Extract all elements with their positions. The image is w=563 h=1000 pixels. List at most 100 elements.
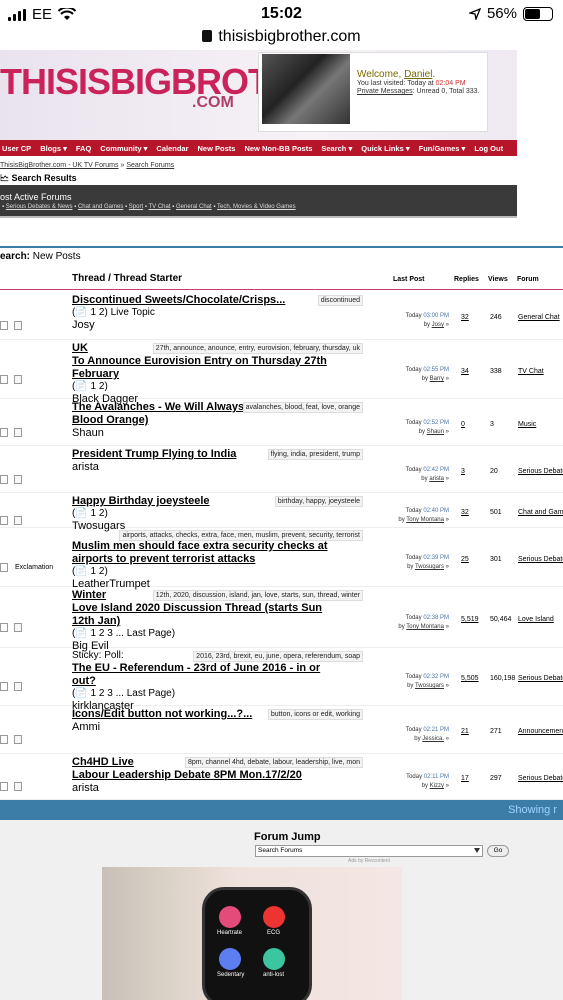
breadcrumb-site[interactable]: ThisisBigBrother.com - UK TV Forums	[0, 162, 119, 169]
thread-pages[interactable]: (📄 1 2)	[72, 381, 108, 392]
select-checkbox[interactable]	[0, 321, 8, 330]
replies-count[interactable]: 5,505	[461, 675, 479, 682]
replies-count[interactable]: 21	[461, 728, 469, 735]
table-row[interactable]: The Avalanches - We Will Always Love You…	[0, 399, 563, 446]
forum-jump-select[interactable]: Search Forums	[255, 845, 483, 857]
thread-title-link[interactable]: Discontinued Sweets/Chocolate/Crisps...	[72, 294, 332, 307]
forum-link[interactable]: Announcements	[518, 728, 563, 735]
table-row[interactable]: Happy Birthday joeysteele birthday, happy…	[0, 493, 563, 532]
most-active-link[interactable]: Serious Debates & News	[6, 204, 73, 210]
last-post-user[interactable]: Tony Montana	[406, 517, 444, 523]
select-checkbox[interactable]	[0, 735, 8, 744]
nav-item[interactable]: Log Out	[474, 144, 503, 153]
select-checkbox[interactable]	[0, 428, 8, 437]
table-row[interactable]: Icons/Edit button not working...?... butt…	[0, 706, 563, 754]
select-checkbox[interactable]	[0, 563, 8, 572]
nav-item[interactable]: Search ▾	[321, 144, 352, 153]
last-post-user[interactable]: arista	[429, 476, 444, 482]
nav-item[interactable]: Quick Links ▾	[361, 144, 409, 153]
replies-count[interactable]: 17	[461, 775, 469, 782]
most-active-link[interactable]: Chat and Games	[78, 204, 123, 210]
last-post-user[interactable]: Twosugars	[415, 564, 444, 570]
select-checkbox[interactable]	[0, 682, 8, 691]
forum-link[interactable]: General Chat	[518, 314, 560, 321]
thread-pages[interactable]: (📄 1 2)	[72, 508, 108, 519]
advert-image[interactable]: Heartrate ECG Sedentary anti-lost	[102, 867, 402, 1000]
nav-item[interactable]: Blogs ▾	[40, 144, 67, 153]
table-row[interactable]: Sticky: Poll: The EU - Referendum - 23rd …	[0, 648, 563, 712]
most-active-link[interactable]: Tech, Movies & Video Games	[217, 204, 296, 210]
table-row[interactable]: Exclamation Muslim men should face extra …	[0, 528, 563, 590]
last-post-user[interactable]: Josy	[432, 322, 444, 328]
thread-starter[interactable]: arista	[72, 782, 99, 794]
nav-item[interactable]: FAQ	[76, 144, 91, 153]
select-checkbox[interactable]	[0, 623, 8, 632]
last-post-user[interactable]: Shaun	[427, 429, 444, 435]
table-row[interactable]: UK To Announce Eurovision Entry on Thursd…	[0, 340, 563, 405]
nav-item[interactable]: Community ▾	[100, 144, 147, 153]
forum-link[interactable]: Serious Debates	[518, 775, 563, 782]
thread-pages[interactable]: (📄 1 2)	[72, 566, 108, 577]
col-views[interactable]: Views	[488, 276, 508, 283]
table-row[interactable]: Winter Love Island 2020 Discussion Thread…	[0, 587, 563, 652]
table-row[interactable]: Discontinued Sweets/Chocolate/Crisps... d…	[0, 292, 563, 340]
forum-link[interactable]: Serious Debates	[518, 675, 563, 682]
col-replies[interactable]: Replies	[454, 276, 479, 283]
nav-item[interactable]: New Non-BB Posts	[244, 144, 312, 153]
select-checkbox[interactable]	[0, 782, 8, 791]
last-post-user[interactable]: Kizzy	[430, 783, 444, 789]
col-last-post[interactable]: Last Post	[393, 276, 425, 283]
thread-pages[interactable]: (📄 1 2 3 ... Last Page)	[72, 628, 175, 639]
thread-pages[interactable]: (📄 1 2) Live Topic	[72, 307, 155, 318]
thread-title-link[interactable]: The EU - Referendum - 23rd of June 2016 …	[72, 662, 332, 688]
last-post-user[interactable]: Twosugars	[415, 683, 444, 689]
address-bar[interactable]: thisisbigbrother.com	[0, 28, 563, 50]
app-label-1: Heartrate	[217, 930, 243, 936]
breadcrumb-current[interactable]: Search Forums	[126, 162, 174, 169]
most-active-link[interactable]: Sport	[129, 204, 143, 210]
forum-link[interactable]: Serious Debates	[518, 468, 563, 475]
most-active-link[interactable]: TV Chat	[149, 204, 171, 210]
last-post-user[interactable]: Jessica.	[422, 736, 444, 742]
forum-link[interactable]: Chat and Games	[518, 509, 563, 516]
replies-count[interactable]: 25	[461, 556, 469, 563]
table-row[interactable]: President Trump Flying to India flying, i…	[0, 446, 563, 493]
replies-count[interactable]: 5,519	[461, 616, 479, 623]
by-label: by	[407, 564, 414, 570]
last-post-user[interactable]: Tony Montana	[406, 624, 444, 630]
thread-pages[interactable]: (📄 1 2 3 ... Last Page)	[72, 688, 175, 699]
most-active-link[interactable]: General Chat	[176, 204, 212, 210]
replies-count[interactable]: 32	[461, 509, 469, 516]
select-checkbox[interactable]	[0, 516, 8, 525]
replies-count[interactable]: 32	[461, 314, 469, 321]
forum-link[interactable]: TV Chat	[518, 368, 544, 375]
col-forum[interactable]: Forum	[517, 276, 539, 283]
replies-count[interactable]: 34	[461, 368, 469, 375]
thread-title-link[interactable]: Muslim men should face extra security ch…	[72, 540, 332, 566]
thread-title-link-2[interactable]: Love Island 2020 Discussion Thread (star…	[72, 602, 342, 628]
forum-link[interactable]: Music	[518, 421, 536, 428]
go-button[interactable]: Go	[487, 845, 509, 857]
nav-item[interactable]: User CP	[2, 144, 31, 153]
thread-starter[interactable]: Ammi	[72, 721, 100, 733]
private-messages-link[interactable]: Private Messages	[357, 88, 413, 95]
thread-starter[interactable]: Josy	[72, 319, 95, 331]
last-post-user[interactable]: Barry	[430, 376, 444, 382]
nav-item[interactable]: New Posts	[198, 144, 236, 153]
views-count: 338	[490, 368, 502, 375]
nav-item[interactable]: Calendar	[156, 144, 188, 153]
select-checkbox[interactable]	[0, 375, 8, 384]
col-thread[interactable]: Thread / Thread Starter	[72, 273, 182, 284]
thread-title-link-2[interactable]: Labour Leadership Debate 8PM Mon.17/2/20	[72, 769, 342, 782]
replies-count[interactable]: 3	[461, 468, 465, 475]
replies-count[interactable]: 0	[461, 421, 465, 428]
table-row[interactable]: Ch4HD Live Labour Leadership Debate 8PM M…	[0, 754, 563, 800]
username-link[interactable]: Daniel	[404, 69, 432, 80]
thread-starter[interactable]: Shaun	[72, 427, 104, 439]
thread-starter[interactable]: arista	[72, 461, 99, 473]
thread-title-link-2[interactable]: To Announce Eurovision Entry on Thursday…	[72, 355, 342, 381]
nav-item[interactable]: Fun/Games ▾	[419, 144, 466, 153]
forum-link[interactable]: Serious Debates	[518, 556, 563, 563]
select-checkbox[interactable]	[0, 475, 8, 484]
forum-link[interactable]: Love Island	[518, 616, 554, 623]
